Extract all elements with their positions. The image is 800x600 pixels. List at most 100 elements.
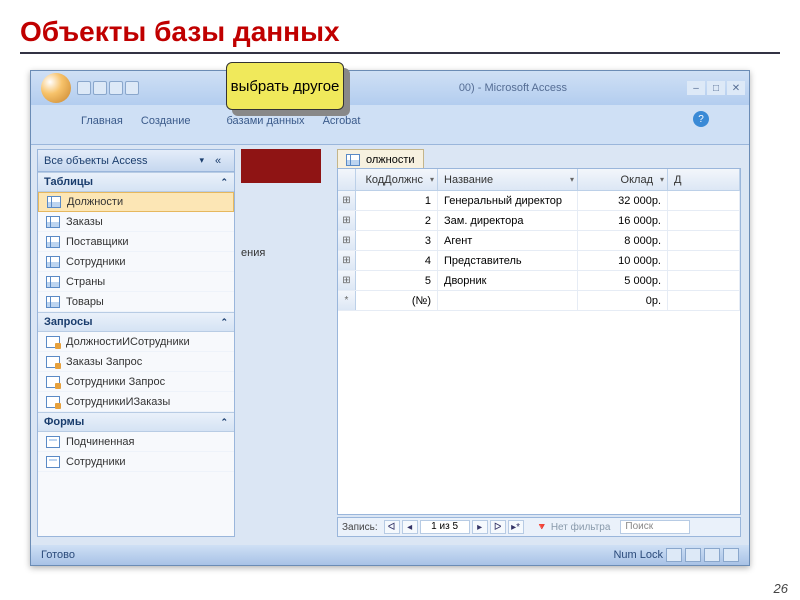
page-number: 26 (774, 581, 788, 596)
table-icon (46, 276, 60, 288)
query-icon (46, 396, 60, 408)
quick-access-toolbar (77, 81, 139, 95)
nav-group-tables[interactable]: Таблицы⌃ (38, 172, 234, 192)
chevron-up-icon: ⌃ (220, 417, 228, 428)
access-window: Фирма : 6а 00) - Microsoft Access – □ ✕ … (30, 70, 750, 566)
datasheet-header: КодДолжнс▾ Название▾ Оклад▾ Д (338, 169, 740, 191)
nav-item-f1[interactable]: Подчиненная (38, 432, 234, 452)
restore-button[interactable]: □ (707, 81, 725, 95)
nav-item-suppliers[interactable]: Поставщики (38, 232, 234, 252)
sort-icon: ▾ (430, 175, 434, 184)
nav-item-positions[interactable]: Должности (38, 192, 234, 212)
nav-body: Таблицы⌃ Должности Заказы Поставщики Сот… (38, 172, 234, 536)
qat-dd-icon[interactable] (125, 81, 139, 95)
sort-icon: ▾ (660, 175, 664, 184)
query-icon (46, 376, 60, 388)
minimize-button[interactable]: – (687, 81, 705, 95)
col-id[interactable]: КодДолжнс▾ (356, 169, 438, 190)
window-buttons: – □ ✕ (687, 81, 745, 95)
nav-group-forms[interactable]: Формы⌃ (38, 412, 234, 432)
table-icon (46, 256, 60, 268)
ribbon-tabs: Главная Создание базами данных Acrobat ? (31, 105, 749, 127)
client-area: Все объекты Access ▾ « Таблицы⌃ Должност… (31, 145, 749, 545)
table-row[interactable]: ⊞5Дворник5 000р. (338, 271, 740, 291)
new-record-button[interactable]: ▸* (508, 520, 524, 534)
query-icon (46, 356, 60, 368)
new-row[interactable]: *(№)0р. (338, 291, 740, 311)
table-icon (46, 296, 60, 308)
title-rule (20, 52, 780, 54)
nav-item-goods[interactable]: Товары (38, 292, 234, 312)
callout: выбрать другое (226, 62, 356, 120)
table-row[interactable]: ⊞4Представитель10 000р. (338, 251, 740, 271)
form-icon (46, 456, 60, 468)
nav-item-q3[interactable]: Сотрудники Запрос (38, 372, 234, 392)
datasheet: КодДолжнс▾ Название▾ Оклад▾ Д ⊞1Генераль… (337, 168, 741, 515)
document-tab[interactable]: олжности (337, 149, 424, 169)
col-extra[interactable]: Д (668, 169, 740, 190)
filter-status: 🔻 Нет фильтра (536, 522, 611, 533)
help-icon[interactable]: ? (693, 111, 709, 127)
chevron-up-icon: ⌃ (220, 177, 228, 188)
qat-redo-icon[interactable] (109, 81, 123, 95)
tab-create[interactable]: Создание (141, 115, 191, 127)
numlock-indicator: Num Lock (613, 549, 663, 561)
partial-text: ения (241, 247, 265, 273)
nav-item-q1[interactable]: ДолжностиИСотрудники (38, 332, 234, 352)
status-text: Готово (41, 549, 75, 561)
last-record-button[interactable]: ᐅ (490, 520, 506, 534)
table-row[interactable]: ⊞2Зам. директора16 000р. (338, 211, 740, 231)
table-icon (47, 196, 61, 208)
view-datasheet-button[interactable] (666, 548, 682, 562)
record-position[interactable]: 1 из 5 (420, 520, 470, 534)
chevron-down-icon[interactable]: ▾ (199, 155, 204, 166)
form-icon (46, 436, 60, 448)
row-selector[interactable]: ⊞ (338, 191, 356, 210)
col-name[interactable]: Название▾ (438, 169, 578, 190)
nav-item-f2[interactable]: Сотрудники (38, 452, 234, 472)
row-selector[interactable]: ⊞ (338, 231, 356, 250)
col-salary[interactable]: Оклад▾ (578, 169, 668, 190)
nav-pane-header[interactable]: Все объекты Access ▾ « (38, 150, 234, 172)
view-pivot-button[interactable] (685, 548, 701, 562)
next-record-button[interactable]: ▸ (472, 520, 488, 534)
collapse-icon[interactable]: « (208, 155, 228, 167)
slide-title: Объекты базы данных (0, 0, 800, 52)
office-button[interactable] (41, 73, 71, 103)
first-record-button[interactable]: ᐊ (384, 520, 400, 534)
qat-undo-icon[interactable] (93, 81, 107, 95)
prev-record-button[interactable]: ◂ (402, 520, 418, 534)
nav-item-countries[interactable]: Страны (38, 272, 234, 292)
callout-text: выбрать другое (226, 62, 344, 110)
highlight-box (241, 149, 321, 183)
row-selector[interactable]: ⊞ (338, 251, 356, 270)
table-icon (346, 154, 360, 166)
table-row[interactable]: ⊞1Генеральный директор32 000р. (338, 191, 740, 211)
query-icon (46, 336, 60, 348)
view-chart-button[interactable] (704, 548, 720, 562)
search-box[interactable]: Поиск (620, 520, 690, 534)
row-selector[interactable]: ⊞ (338, 211, 356, 230)
record-label: Запись: (342, 522, 378, 533)
view-design-button[interactable] (723, 548, 739, 562)
chevron-up-icon: ⌃ (220, 317, 228, 328)
tab-home[interactable]: Главная (81, 115, 123, 127)
titlebar: Фирма : 6а 00) - Microsoft Access – □ ✕ (31, 71, 749, 105)
nav-pane: Все объекты Access ▾ « Таблицы⌃ Должност… (37, 149, 235, 537)
nav-group-queries[interactable]: Запросы⌃ (38, 312, 234, 332)
row-selector-head[interactable] (338, 169, 356, 190)
nav-item-orders[interactable]: Заказы (38, 212, 234, 232)
new-row-icon[interactable]: * (338, 291, 356, 310)
nav-item-q4[interactable]: СотрудникиИЗаказы (38, 392, 234, 412)
nav-pane-title: Все объекты Access (44, 155, 147, 167)
table-row[interactable]: ⊞3Агент8 000р. (338, 231, 740, 251)
row-selector[interactable]: ⊞ (338, 271, 356, 290)
document-tab-label: олжности (366, 154, 415, 166)
ribbon-area (31, 127, 749, 145)
close-button[interactable]: ✕ (727, 81, 745, 95)
nav-item-q2[interactable]: Заказы Запрос (38, 352, 234, 372)
qat-save-icon[interactable] (77, 81, 91, 95)
table-icon (46, 236, 60, 248)
nav-item-employees[interactable]: Сотрудники (38, 252, 234, 272)
record-navigator: Запись: ᐊ ◂ 1 из 5 ▸ ᐅ ▸* 🔻 Нет фильтра … (337, 517, 741, 537)
